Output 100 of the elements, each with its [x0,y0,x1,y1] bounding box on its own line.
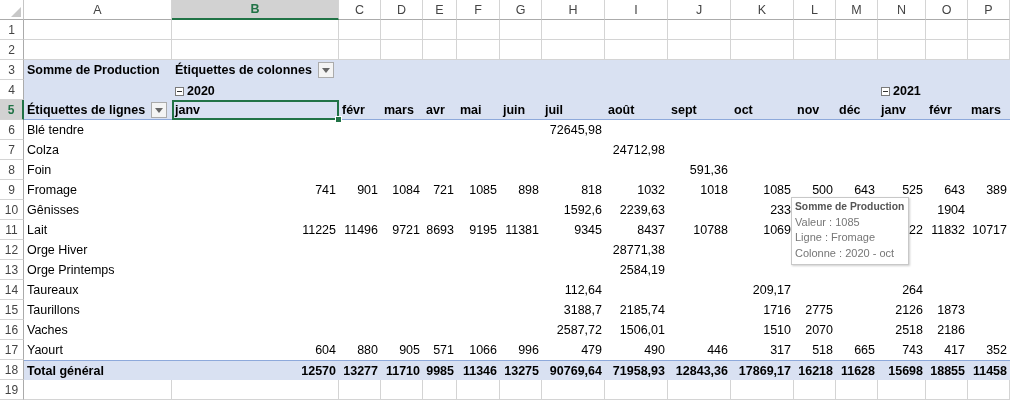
column-header[interactable]: N [878,0,926,20]
empty-cell[interactable] [926,380,968,400]
empty-cell[interactable] [836,20,878,40]
empty-cell[interactable] [878,380,926,400]
collapse-icon[interactable] [175,86,184,96]
empty-cell[interactable] [172,40,339,60]
total-cell: 13275 [504,363,539,378]
empty-cell[interactable] [381,20,423,40]
empty-cell[interactable] [339,40,381,60]
column-header[interactable]: K [731,0,794,20]
empty-cell[interactable] [457,20,500,40]
column-header[interactable]: L [794,0,836,20]
empty-cell[interactable] [794,20,836,40]
value-cell: 3188,7 [563,303,602,317]
row-header[interactable]: 14 [0,280,24,300]
row-label: Yaourt [27,343,63,357]
column-header[interactable]: I [605,0,668,20]
empty-cell[interactable] [500,40,542,60]
empty-cell[interactable] [668,380,731,400]
value-cell: 317 [770,343,791,357]
empty-cell[interactable] [542,380,605,400]
row-header[interactable]: 13 [0,260,24,280]
select-all-icon[interactable] [11,7,21,17]
empty-cell[interactable] [668,40,731,60]
row-header[interactable]: 8 [0,160,24,180]
row-header[interactable]: 9 [0,180,24,200]
column-header[interactable]: B [172,0,339,20]
column-header[interactable]: F [457,0,500,20]
empty-cell[interactable] [381,40,423,60]
empty-cell[interactable] [381,380,423,400]
column-header[interactable]: M [836,0,878,20]
filter-dropdown-button[interactable] [151,102,168,118]
empty-cell[interactable] [926,20,968,40]
empty-cell[interactable] [836,40,878,60]
empty-cell[interactable] [172,380,339,400]
row-header[interactable]: 2 [0,40,24,60]
empty-cell[interactable] [731,20,794,40]
row-header[interactable]: 15 [0,300,24,320]
empty-cell[interactable] [878,40,926,60]
column-header[interactable]: J [668,0,731,20]
column-header[interactable]: A [24,0,172,20]
column-header[interactable]: D [381,0,423,20]
empty-cell[interactable] [668,20,731,40]
row-header[interactable]: 17 [0,340,24,360]
empty-cell[interactable] [339,20,381,40]
empty-cell[interactable] [423,380,457,400]
value-cell: 417 [944,343,965,357]
empty-cell[interactable] [605,20,668,40]
column-header[interactable]: E [423,0,457,20]
empty-cell[interactable] [423,20,457,40]
column-header[interactable]: H [542,0,605,20]
empty-cell[interactable] [968,380,1010,400]
empty-cell[interactable] [968,20,1010,40]
column-header[interactable]: O [926,0,968,20]
empty-cell[interactable] [542,40,605,60]
row-header[interactable]: 19 [0,380,24,400]
row-header[interactable]: 6 [0,120,24,140]
empty-cell[interactable] [731,380,794,400]
row-header[interactable]: 3 [0,60,24,80]
row-header[interactable]: 10 [0,200,24,220]
caret-icon [155,107,164,113]
value-cell: 905 [399,343,420,357]
empty-cell[interactable] [457,40,500,60]
value-cell: 11225 [302,223,336,237]
empty-cell[interactable] [968,40,1010,60]
column-header[interactable]: C [339,0,381,20]
empty-cell[interactable] [731,40,794,60]
total-cell: 12843,36 [675,363,728,378]
row-header[interactable]: 11 [0,220,24,240]
row-header[interactable]: 16 [0,320,24,340]
empty-cell[interactable] [605,380,668,400]
empty-cell[interactable] [794,380,836,400]
empty-cell[interactable] [172,20,339,40]
empty-cell[interactable] [836,380,878,400]
row-header[interactable]: 5 [0,100,24,120]
active-cell[interactable]: janv [172,100,339,120]
empty-cell[interactable] [794,40,836,60]
empty-cell[interactable] [878,20,926,40]
row-header[interactable]: 18 [0,360,24,380]
value-cell: 2775 [805,303,833,317]
fill-handle[interactable] [335,116,342,123]
month-header: janv [175,103,200,117]
collapse-icon[interactable] [881,86,890,96]
empty-cell[interactable] [542,20,605,40]
empty-cell[interactable] [926,40,968,60]
value-cell: 1085 [469,183,497,197]
row-header[interactable]: 4 [0,80,24,100]
row-header[interactable]: 12 [0,240,24,260]
empty-cell[interactable] [423,40,457,60]
column-header[interactable]: G [500,0,542,20]
row-header[interactable]: 1 [0,20,24,40]
empty-cell[interactable] [500,380,542,400]
empty-cell[interactable] [457,380,500,400]
empty-cell[interactable] [339,380,381,400]
value-cell: 2518 [895,323,923,337]
column-header[interactable]: P [968,0,1010,20]
empty-cell[interactable] [605,40,668,60]
empty-cell[interactable] [500,20,542,40]
row-header[interactable]: 7 [0,140,24,160]
month-header: janv [881,103,906,117]
